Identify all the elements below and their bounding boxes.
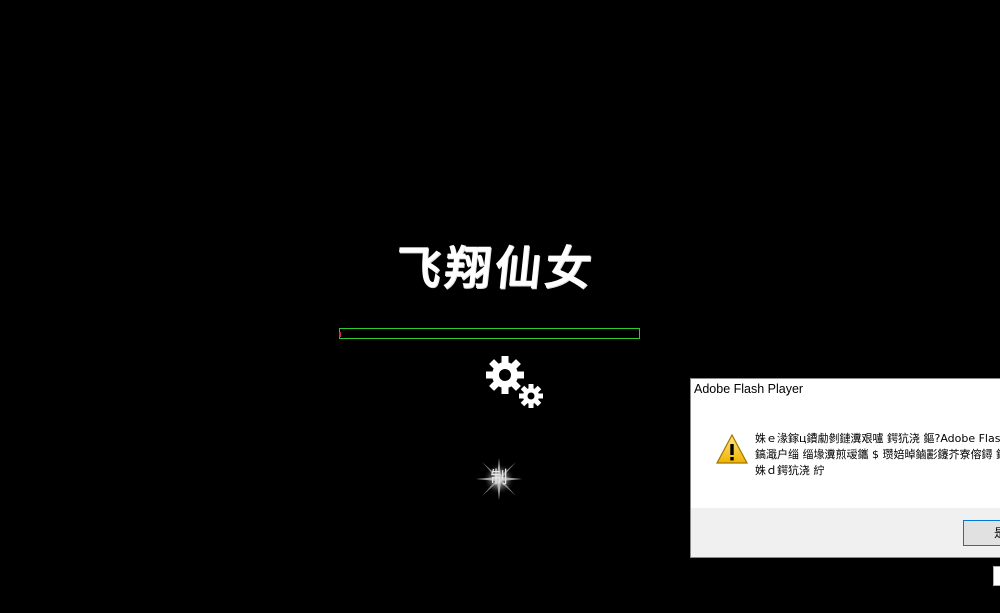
corner-button[interactable] [993,566,1000,586]
yes-button[interactable]: 是 [963,520,1000,546]
dialog-message: 姝ｅ湪鎵ц鐨勮剼鏈瀵艰嚧 鍔犺浇 鏂?Adobe Flash 鎬濈户缁 缁堟瀵煎… [755,431,1000,479]
dialog-footer: 是 [691,508,1000,557]
dialog-message-line: 姝ｅ湪鎵ц鐨勮剼鏈瀵艰嚧 鍔犺浇 鏂?Adobe Flash [755,432,1000,445]
dialog-message-line: 姝ｄ鍔犺浇 紵 [755,464,825,477]
game-title: 飞翔仙女 [392,241,598,295]
dialog-title: Adobe Flash Player [694,382,804,396]
flash-player-dialog: Adobe Flash Player 姝ｅ湪鎵ц鐨勮剼鏈瀵艰嚧 鍔犺浇 鏂?Ad… [690,378,1000,558]
sparkle-label: 制 [490,468,508,488]
dialog-message-line: 鎬濈户缁 缁堟瀵煎叆鑴 $ 瓒婄晫鏀彲鑳芥寮傛鐞 鏁 [755,448,1000,461]
warning-icon [715,433,749,464]
loading-progress-cap [339,332,341,337]
loading-progress-bar [339,328,640,339]
gears-loading-icon [486,356,543,408]
